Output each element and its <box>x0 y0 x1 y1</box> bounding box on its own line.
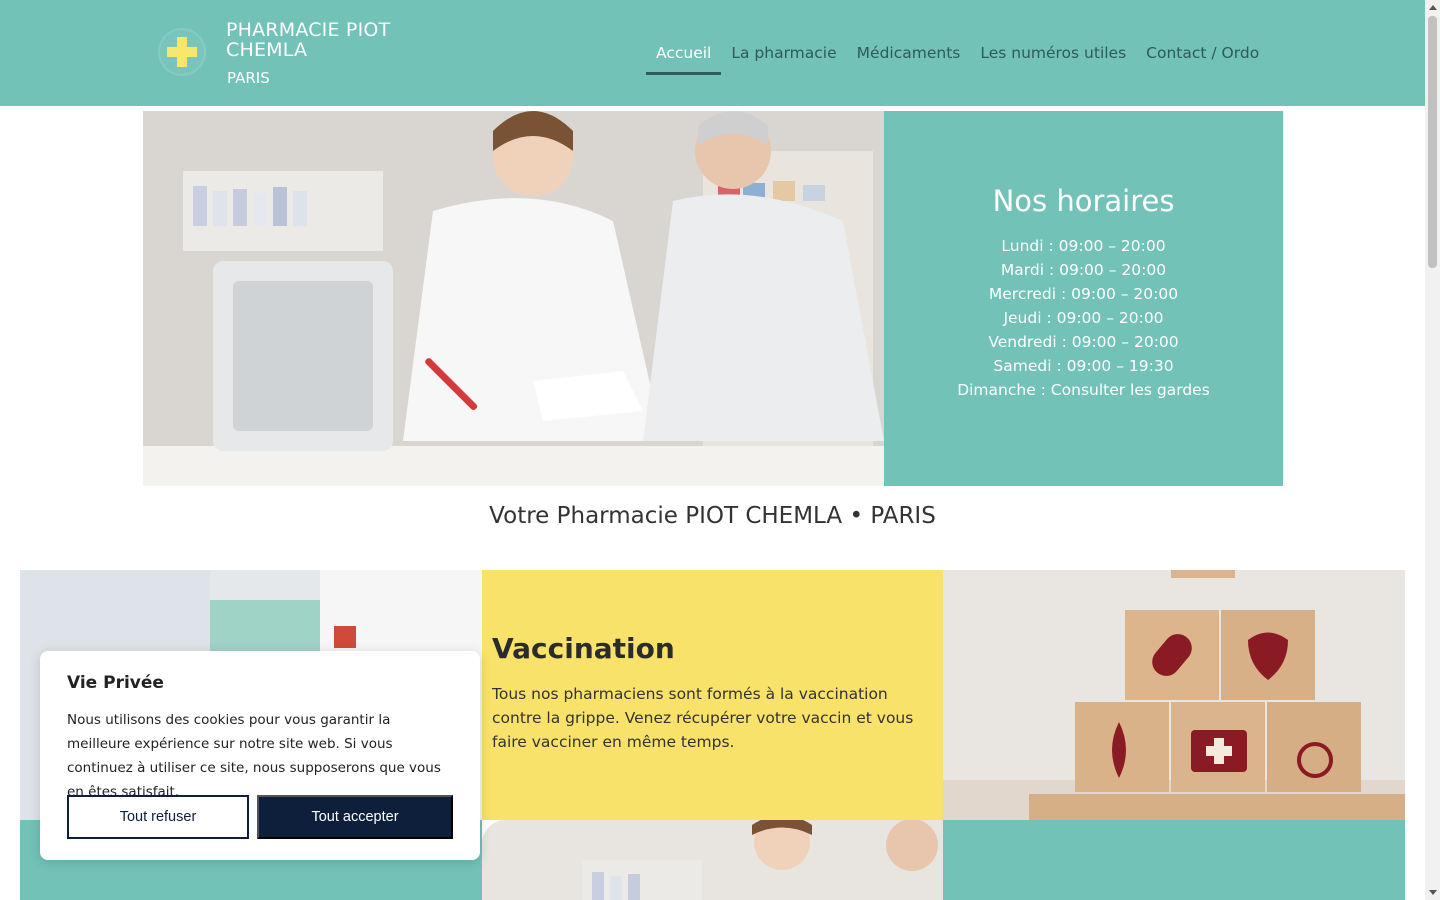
vaccination-title: Vaccination <box>492 632 675 665</box>
tile-teal-bottom-right <box>943 820 1405 900</box>
scrollbar-thumb[interactable] <box>1428 16 1437 268</box>
nav-item-accueil[interactable]: Accueil <box>646 43 722 75</box>
scroll-up-arrow-icon[interactable] <box>1429 5 1437 10</box>
nav-item-medicaments[interactable]: Médicaments <box>847 43 971 75</box>
cookie-consent-banner: Vie Privée Nous utilisons des cookies po… <box>40 651 480 860</box>
hours-line-tuesday: Mardi : 09:00 – 20:00 <box>1000 261 1167 279</box>
site-header: PHARMACIE PIOT CHEMLA PARIS Accueil La p… <box>0 0 1425 106</box>
hours-line-thursday: Jeudi : 09:00 – 20:00 <box>1003 309 1164 327</box>
cookie-text: Nous utilisons des cookies pour vous gar… <box>67 712 441 800</box>
tile-vaccination: Vaccination Tous nos pharmaciens sont fo… <box>482 570 943 820</box>
scroll-down-arrow-icon[interactable] <box>1429 890 1437 895</box>
site-title[interactable]: PHARMACIE PIOT CHEMLA <box>226 20 446 60</box>
main-nav: Accueil La pharmacie Médicaments Les num… <box>646 43 1269 75</box>
tile-pharmacist-photo-bottom <box>482 820 943 900</box>
health-blocks-illustration <box>943 570 1405 820</box>
opening-hours-title: Nos horaires <box>992 184 1175 218</box>
page-tagline: Votre Pharmacie PIOT CHEMLA • PARIS <box>489 503 936 529</box>
site-city: PARIS <box>227 69 270 87</box>
nav-item-contact-ordo[interactable]: Contact / Ordo <box>1136 43 1269 75</box>
nav-item-numeros-utiles[interactable]: Les numéros utiles <box>970 43 1136 75</box>
refuse-all-button[interactable]: Tout refuser <box>67 795 249 839</box>
tile-bottom-photo-illustration <box>482 820 943 900</box>
hero-pharmacist-photo <box>143 111 884 486</box>
vaccination-text: Tous nos pharmaciens sont formés à la va… <box>492 685 914 751</box>
tile-health-blocks-photo <box>943 570 1405 820</box>
page-scrollbar[interactable] <box>1425 0 1440 900</box>
opening-hours-list: Lundi : 09:00 – 20:00 Mardi : 09:00 – 20… <box>884 234 1283 402</box>
hours-line-friday: Vendredi : 09:00 – 20:00 <box>988 333 1179 351</box>
hero-photo-illustration <box>143 111 884 486</box>
opening-hours-panel: Nos horaires Lundi : 09:00 – 20:00 Mardi… <box>884 111 1283 486</box>
accept-all-button[interactable]: Tout accepter <box>257 795 453 839</box>
nav-item-la-pharmacie[interactable]: La pharmacie <box>721 43 846 75</box>
hours-line-monday: Lundi : 09:00 – 20:00 <box>1001 237 1166 255</box>
hours-line-wednesday: Mercredi : 09:00 – 20:00 <box>988 285 1179 303</box>
hours-line-saturday: Samedi : 09:00 – 19:30 <box>993 357 1174 375</box>
hours-line-sunday: Dimanche : Consulter les gardes <box>957 381 1210 399</box>
pharmacy-cross-icon[interactable] <box>158 28 206 76</box>
cookie-title: Vie Privée <box>67 673 164 693</box>
